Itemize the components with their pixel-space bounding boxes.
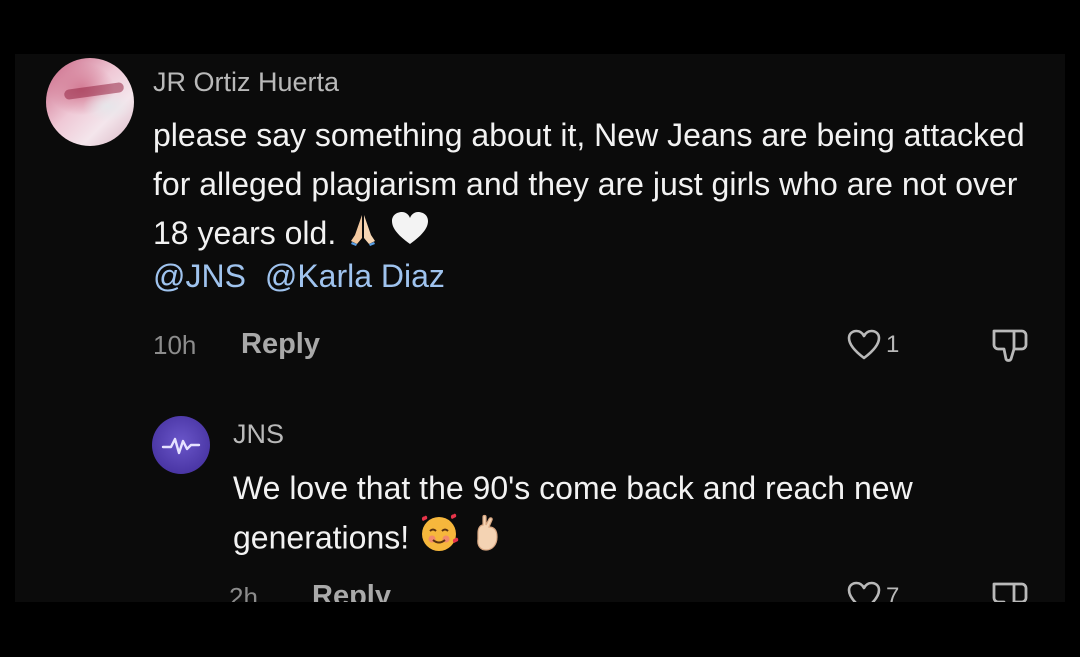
dislike-button[interactable] bbox=[990, 580, 1030, 602]
like-button[interactable]: 7 bbox=[846, 581, 899, 602]
dislike-button[interactable] bbox=[990, 327, 1030, 368]
waveform-logo-icon bbox=[161, 437, 201, 455]
reply-button[interactable]: Reply bbox=[312, 580, 391, 602]
comments-panel: JR Ortiz Huerta please say something abo… bbox=[15, 54, 1065, 602]
comment-body: please say something about it, New Jeans… bbox=[153, 117, 1025, 251]
reply-button[interactable]: Reply bbox=[241, 328, 320, 361]
avatar[interactable] bbox=[46, 58, 134, 146]
avatar-detail bbox=[63, 81, 125, 101]
mention-link[interactable]: @JNS bbox=[153, 258, 246, 294]
avatar[interactable] bbox=[152, 416, 210, 474]
comment-timestamp: 10h bbox=[153, 330, 197, 360]
like-count: 1 bbox=[886, 331, 900, 358]
comment-username[interactable]: JR Ortiz Huerta bbox=[153, 67, 339, 98]
heart-icon bbox=[846, 329, 882, 361]
heart-icon bbox=[846, 581, 882, 602]
mention-link[interactable]: @Karla Diaz bbox=[265, 258, 445, 294]
thumbs-down-icon bbox=[992, 582, 1028, 602]
reply-timestamp: 2h bbox=[229, 582, 258, 602]
folded-hands-icon bbox=[345, 211, 381, 261]
like-button[interactable]: 1 bbox=[846, 329, 899, 361]
reply-body: We love that the 90's come back and reac… bbox=[233, 470, 913, 556]
reply-username[interactable]: JNS bbox=[233, 419, 284, 450]
thumbs-down-icon bbox=[992, 329, 1028, 362]
white-heart-icon bbox=[390, 211, 430, 261]
reply-text: We love that the 90's come back and reac… bbox=[233, 464, 1033, 567]
crossed-fingers-icon bbox=[469, 513, 505, 567]
mentions: @JNS @Karla Diaz bbox=[153, 258, 455, 295]
smiling-face-with-hearts-icon bbox=[418, 513, 460, 567]
like-count: 7 bbox=[886, 583, 900, 602]
comment-text: please say something about it, New Jeans… bbox=[153, 111, 1053, 261]
